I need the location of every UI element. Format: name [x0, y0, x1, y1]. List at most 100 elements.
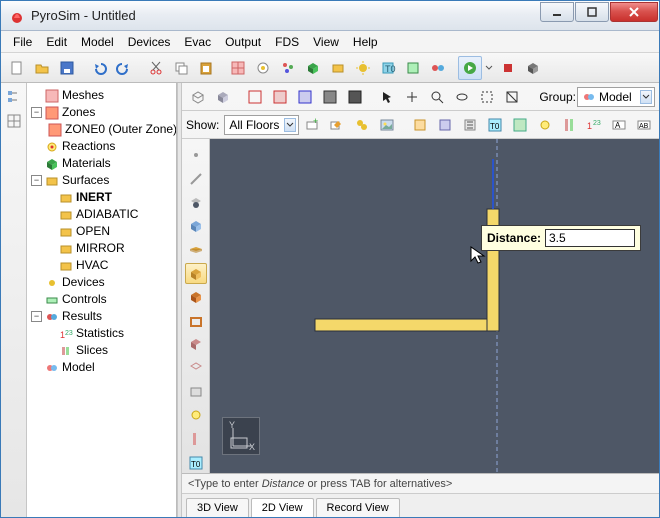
tree-mirror[interactable]: MIRROR	[45, 240, 174, 257]
show-time-icon[interactable]: T0	[484, 113, 506, 137]
tool-reaction-icon[interactable]	[251, 56, 275, 80]
tree-materials[interactable]: Materials	[31, 155, 174, 172]
menu-devices[interactable]: Devices	[122, 33, 177, 51]
tool-results-icon[interactable]	[426, 56, 450, 80]
smokeview-button[interactable]	[521, 56, 545, 80]
copy-button[interactable]	[169, 56, 193, 80]
run-button[interactable]	[458, 56, 482, 80]
tool-particle-icon[interactable]	[276, 56, 300, 80]
cut-button[interactable]	[144, 56, 168, 80]
tree-devices[interactable]: Devices	[31, 274, 174, 291]
tree-results[interactable]: −Results	[31, 308, 174, 325]
editfloor-button[interactable]	[326, 113, 348, 137]
pan-tool[interactable]	[400, 85, 424, 109]
draw-room-tool[interactable]	[185, 310, 207, 331]
redo-button[interactable]	[112, 56, 136, 80]
tool-activation-icon[interactable]: T0	[376, 56, 400, 80]
tree-adiabatic[interactable]: ADIABATIC	[45, 206, 174, 223]
menu-edit[interactable]: Edit	[40, 33, 73, 51]
tree-controls[interactable]: Controls	[31, 291, 174, 308]
draw-line-tool[interactable]	[185, 169, 207, 190]
tool-material-icon[interactable]	[301, 56, 325, 80]
floorprops-button[interactable]	[351, 113, 373, 137]
addfloor-button[interactable]: +	[302, 113, 324, 137]
undo-button[interactable]	[87, 56, 111, 80]
canvas-2d[interactable]: Distance: Y X	[210, 139, 659, 473]
tool-device-icon[interactable]	[351, 56, 375, 80]
tool-surface-icon[interactable]	[326, 56, 350, 80]
menu-evac[interactable]: Evac	[178, 33, 217, 51]
tree-model[interactable]: Model	[31, 359, 174, 376]
menu-model[interactable]: Model	[75, 33, 120, 51]
show-obst-icon[interactable]	[434, 113, 456, 137]
distance-input[interactable]	[545, 229, 635, 247]
menu-fds[interactable]: FDS	[269, 33, 305, 51]
view-filled3-icon[interactable]	[318, 85, 342, 109]
tree-meshes[interactable]: Meshes	[31, 87, 174, 104]
nav-tree-button[interactable]	[4, 87, 24, 107]
show-devc-icon[interactable]	[534, 113, 556, 137]
floor-select[interactable]: All Floors	[224, 115, 298, 135]
view-outline-icon[interactable]	[243, 85, 267, 109]
menu-output[interactable]: Output	[219, 33, 267, 51]
draw-slab-tool[interactable]	[185, 240, 207, 261]
show-stat-icon[interactable]: 123	[583, 113, 605, 137]
tab-record[interactable]: Record View	[316, 498, 400, 517]
tree-reactions[interactable]: Reactions	[31, 138, 174, 155]
bgimage-button[interactable]	[376, 113, 398, 137]
show-mesh-icon[interactable]	[409, 113, 431, 137]
minimize-button[interactable]	[540, 2, 574, 22]
view-filled2-icon[interactable]	[293, 85, 317, 109]
show-label-icon[interactable]: A	[608, 113, 630, 137]
collapse-icon[interactable]: −	[31, 311, 42, 322]
save-button[interactable]	[55, 56, 79, 80]
tree-surfaces[interactable]: −Surfaces	[31, 172, 174, 189]
show-vent-icon[interactable]	[459, 113, 481, 137]
draw-vent-tool[interactable]	[185, 381, 207, 402]
orbit-tool[interactable]	[450, 85, 474, 109]
show-init-icon[interactable]	[509, 113, 531, 137]
draw-wall-tool[interactable]	[185, 263, 207, 284]
pointer-tool[interactable]	[375, 85, 399, 109]
paste-button[interactable]	[194, 56, 218, 80]
nav-grid-button[interactable]	[4, 111, 24, 131]
tree-statistics[interactable]: 123Statistics	[45, 325, 174, 342]
draw-hole-tool[interactable]	[185, 192, 207, 213]
close-button[interactable]	[610, 2, 658, 22]
show-slcf-icon[interactable]	[559, 113, 581, 137]
tree-slices[interactable]: Slices	[45, 342, 174, 359]
tree-open[interactable]: OPEN	[45, 223, 174, 240]
axis-widget[interactable]: Y X	[222, 417, 260, 455]
collapse-icon[interactable]: −	[31, 107, 42, 118]
draw-devc-tool[interactable]	[185, 405, 207, 426]
new-button[interactable]	[5, 56, 29, 80]
collapse-icon[interactable]: −	[31, 175, 42, 186]
tab-2d[interactable]: 2D View	[251, 498, 314, 517]
tool-control-icon[interactable]	[401, 56, 425, 80]
tree-zone0[interactable]: ZONE0 (Outer Zone)	[45, 121, 174, 138]
tree-hvac[interactable]: HVAC	[45, 257, 174, 274]
tool-mesh-icon[interactable]	[226, 56, 250, 80]
run-menu-dropdown[interactable]	[483, 56, 495, 80]
view-group-icon[interactable]	[343, 85, 367, 109]
menu-view[interactable]: View	[307, 33, 345, 51]
maximize-button[interactable]	[575, 2, 609, 22]
menu-help[interactable]: Help	[347, 33, 384, 51]
view-solid-icon[interactable]	[211, 85, 235, 109]
draw-meshopen-tool[interactable]	[185, 358, 207, 379]
menu-file[interactable]: File	[7, 33, 38, 51]
view-filled1-icon[interactable]	[268, 85, 292, 109]
draw-mesh-tool[interactable]	[185, 334, 207, 355]
draw-init-tool[interactable]: T0	[185, 452, 207, 473]
draw-slice-tool[interactable]	[185, 429, 207, 450]
tree-zones[interactable]: −Zones	[31, 104, 174, 121]
open-button[interactable]	[30, 56, 54, 80]
draw-point-tool[interactable]	[185, 145, 207, 166]
view-wireframe-icon[interactable]	[186, 85, 210, 109]
draw-obst-tool[interactable]	[185, 216, 207, 237]
draw-block-tool[interactable]	[185, 287, 207, 308]
stop-button[interactable]	[496, 56, 520, 80]
tab-3d[interactable]: 3D View	[186, 498, 249, 517]
tree-inert[interactable]: INERT	[45, 189, 174, 206]
zoom-tool[interactable]	[425, 85, 449, 109]
